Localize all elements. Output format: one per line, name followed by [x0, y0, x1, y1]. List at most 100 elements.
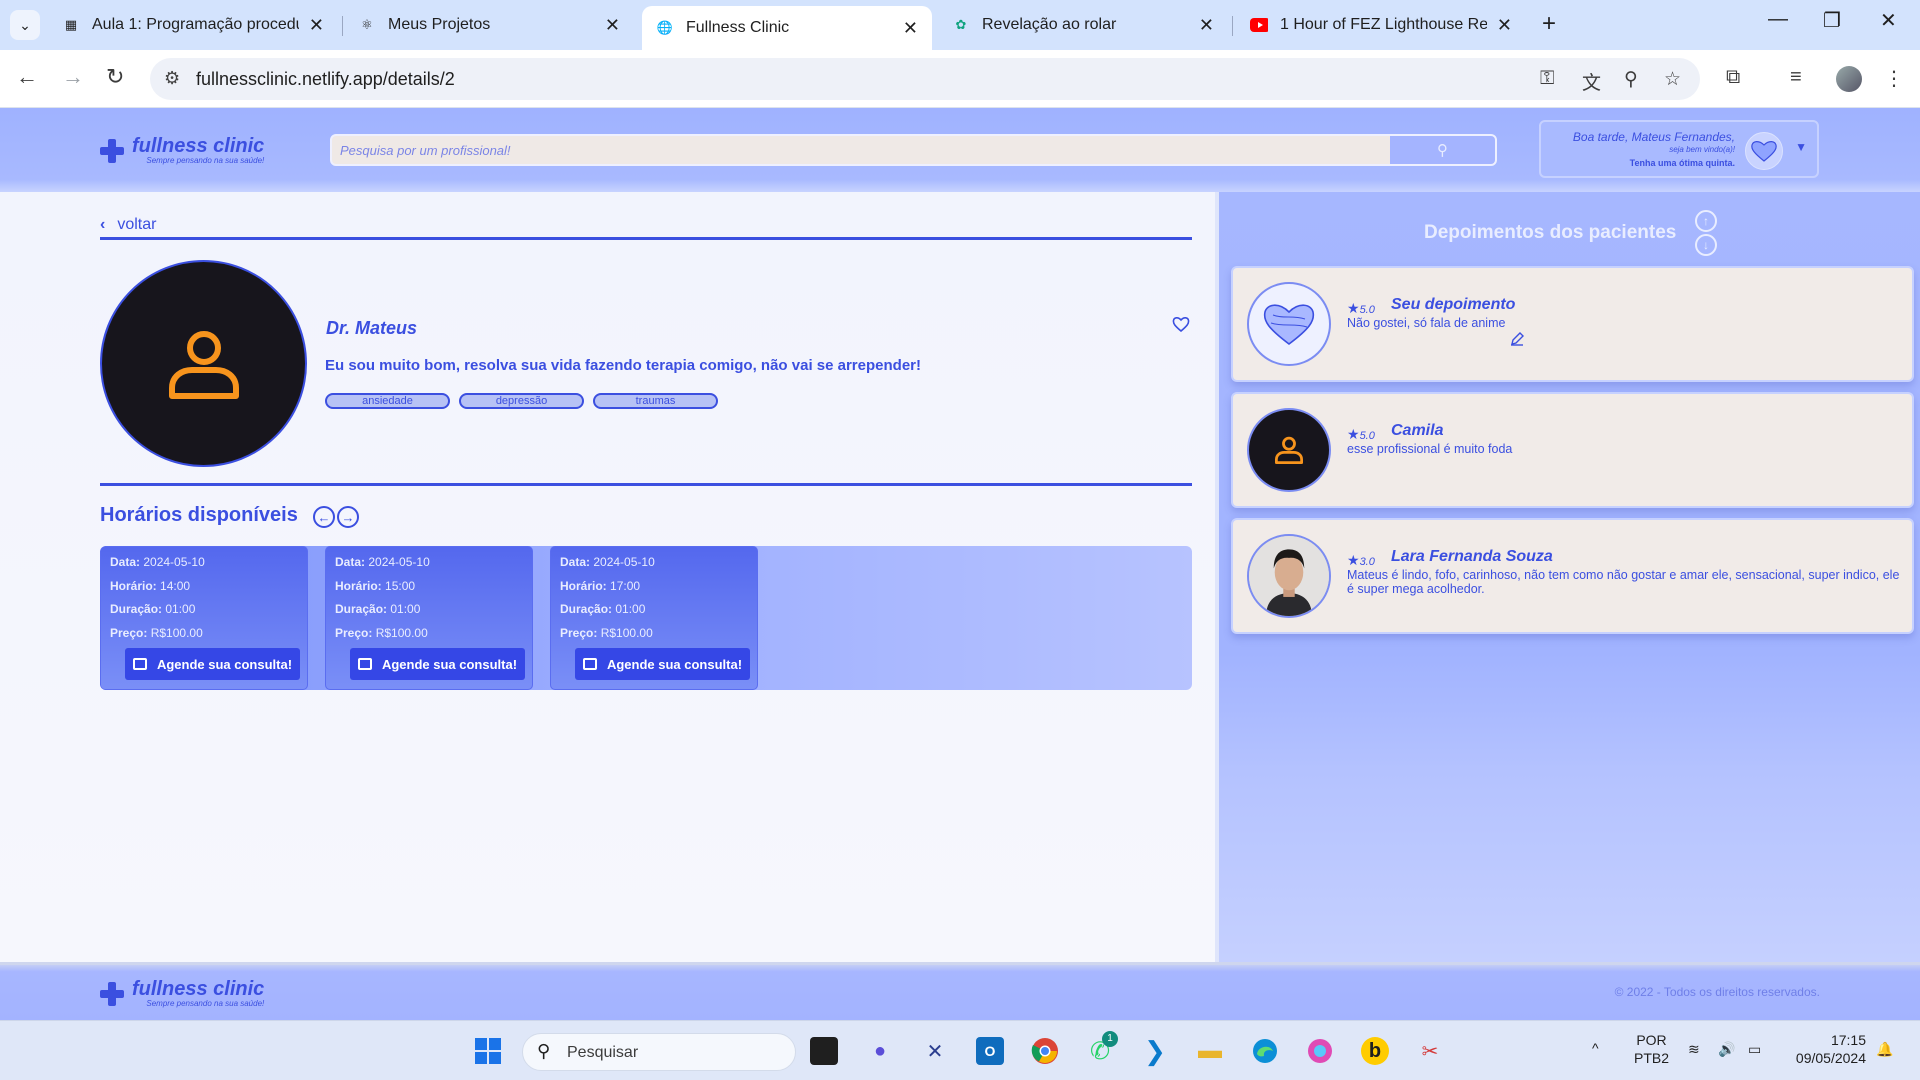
favorite-heart-icon[interactable]	[1172, 316, 1190, 337]
browser-tab-bar: ⌄ ▦ Aula 1: Programação procedura ✕ ⚛ Me…	[0, 0, 1920, 50]
slot-time: 17:00	[610, 578, 641, 593]
back-arrow-icon[interactable]: ←	[16, 64, 38, 90]
close-tab-icon[interactable]: ✕	[605, 15, 620, 36]
address-bar[interactable]: ⚙ fullnessclinic.netlify.app/details/2 ⚿…	[150, 58, 1700, 100]
profile-avatar[interactable]	[1836, 66, 1862, 92]
doctor-avatar	[100, 260, 307, 467]
reviewer-avatar	[1247, 408, 1331, 492]
header-logo[interactable]: fullness clinic Sempre pensando na sua s…	[100, 136, 264, 165]
bookmark-star-icon[interactable]: ☆	[1664, 68, 1681, 91]
zoom-icon[interactable]: ⚲	[1624, 68, 1638, 91]
forward-arrow-icon[interactable]: →	[62, 64, 84, 90]
book-button[interactable]: Agende sua consulta!	[575, 648, 750, 680]
book-button[interactable]: Agende sua consulta!	[350, 648, 525, 680]
menu-kebab-icon[interactable]: ⋮	[1884, 66, 1904, 91]
tab-aula[interactable]: ▦ Aula 1: Programação procedura ✕	[48, 6, 338, 44]
close-tab-icon[interactable]: ✕	[309, 15, 324, 36]
close-tab-icon[interactable]: ✕	[1199, 15, 1214, 36]
notification-bell-icon[interactable]: 🔔	[1876, 1040, 1893, 1058]
color-app-icon[interactable]	[1306, 1037, 1334, 1065]
course-icon: ▦	[64, 17, 78, 32]
copyright-text: © 2022 - Todos os direitos reservados.	[1614, 985, 1820, 999]
arrow-right-icon[interactable]: →	[337, 506, 359, 528]
media-control-icon[interactable]: ≡	[1790, 66, 1802, 89]
arrow-left-icon[interactable]: ←	[313, 506, 335, 528]
schedule-nav: ← →	[313, 506, 359, 528]
capcut-icon[interactable]: ✕	[921, 1037, 949, 1065]
testimonial-card: ★5.0 Camila esse profissional é muito fo…	[1231, 392, 1914, 508]
book-button[interactable]: Agende sua consulta!	[125, 648, 300, 680]
minimize-button[interactable]: —	[1768, 8, 1788, 31]
search-icon: ⚲	[1437, 142, 1448, 159]
extensions-icon[interactable]: ⧉	[1726, 66, 1740, 89]
close-tab-icon[interactable]: ✕	[1497, 15, 1512, 36]
snipping-tool-icon[interactable]: ✂	[1416, 1037, 1444, 1065]
language-indicator[interactable]: POR PTB2	[1634, 1031, 1669, 1067]
volume-icon[interactable]: 🔊	[1718, 1040, 1735, 1058]
reviewer-avatar	[1247, 282, 1331, 366]
close-window-button[interactable]: ✕	[1880, 8, 1897, 33]
logo-slogan: Sempre pensando na sua saúde!	[146, 156, 265, 165]
tab-meus-projetos[interactable]: ⚛ Meus Projetos ✕	[344, 6, 634, 44]
password-key-icon[interactable]: ⚿	[1540, 68, 1554, 90]
slot-card: Data: 2024-05-10 Horário: 17:00 Duração:…	[550, 546, 758, 690]
edge-icon[interactable]	[1251, 1037, 1279, 1065]
windows-start-icon[interactable]	[474, 1037, 502, 1065]
wish-text: Tenha uma ótima quinta.	[1629, 158, 1735, 168]
review-text: esse profissional é muito foda	[1347, 442, 1513, 456]
user-menu[interactable]: Boa tarde, Mateus Fernandes, seja bem vi…	[1539, 120, 1819, 178]
tray-chevron-up-icon[interactable]: ^	[1592, 1039, 1599, 1057]
slot-card: Data: 2024-05-10 Horário: 14:00 Duração:…	[100, 546, 308, 690]
slot-price: R$100.00	[150, 625, 203, 640]
slot-date: 2024-05-10	[368, 555, 430, 569]
new-tab-button[interactable]: +	[1542, 10, 1556, 38]
slot-time: 15:00	[385, 578, 416, 593]
site-info-icon[interactable]: ⚙	[164, 68, 180, 89]
translate-icon[interactable]: 文	[1582, 68, 1601, 95]
footer-logo[interactable]: fullness clinic Sempre pensando na sua s…	[100, 979, 264, 1008]
tab-youtube[interactable]: 1 Hour of FEZ Lighthouse Relax ✕	[1236, 6, 1526, 44]
tab-search-button[interactable]: ⌄	[10, 10, 40, 40]
reload-icon[interactable]: ↻	[106, 64, 124, 90]
battery-icon[interactable]: ▭	[1748, 1040, 1761, 1058]
star-icon: ★	[1347, 300, 1360, 316]
taskbar-search[interactable]: ⚲ Pesquisar	[522, 1033, 796, 1071]
restore-button[interactable]: ❐	[1823, 8, 1841, 33]
slot-card: Data: 2024-05-10 Horário: 15:00 Duração:…	[325, 546, 533, 690]
calendar-icon	[582, 658, 597, 670]
clock[interactable]: 17:15 09/05/2024	[1786, 1031, 1866, 1067]
welcome-text: seja bem vindo(a)!	[1669, 145, 1735, 154]
bing-b-icon[interactable]: b	[1361, 1037, 1389, 1065]
testimonials-title: Depoimentos dos pacientes	[1424, 222, 1677, 243]
edit-pencil-icon[interactable]	[1510, 332, 1524, 351]
tab-revelacao[interactable]: ✿ Revelação ao rolar ✕	[938, 6, 1228, 44]
doctor-bio: Eu sou muito bom, resolva sua vida fazen…	[325, 357, 921, 374]
tag: depressão	[459, 393, 584, 409]
tab-fullness-clinic[interactable]: 🌐 Fullness Clinic ✕	[642, 6, 932, 50]
search-button[interactable]: ⚲	[1390, 136, 1495, 164]
site-footer: fullness clinic Sempre pensando na sua s…	[0, 962, 1920, 1020]
vscode-icon[interactable]: ❯	[1141, 1036, 1169, 1066]
schedule-slots: Data: 2024-05-10 Horário: 14:00 Duração:…	[100, 546, 1192, 690]
tab-title: Revelação ao rolar	[982, 16, 1117, 33]
rating: ★5.0	[1347, 300, 1375, 316]
outlook-icon[interactable]: O	[976, 1037, 1004, 1065]
testimonial-card: ★5.0 Seu depoimento Não gostei, só fala …	[1231, 266, 1914, 382]
chrome-icon[interactable]	[1031, 1037, 1059, 1065]
arrow-down-icon[interactable]: ↓	[1695, 234, 1717, 256]
calendar-icon	[357, 658, 372, 670]
slot-duration: 01:00	[615, 602, 646, 616]
arrow-up-icon[interactable]: ↑	[1695, 210, 1717, 232]
review-text: Mateus é lindo, fofo, carinhoso, não tem…	[1347, 568, 1900, 596]
search-input[interactable]	[332, 136, 1392, 164]
app-moon-icon[interactable]: ●	[866, 1037, 894, 1065]
task-view-icon[interactable]	[810, 1037, 838, 1065]
close-tab-icon[interactable]: ✕	[903, 18, 918, 39]
slot-price: R$100.00	[600, 625, 653, 640]
file-explorer-icon[interactable]: ▬	[1196, 1037, 1224, 1065]
wifi-icon[interactable]: ≋	[1688, 1040, 1700, 1058]
search-bar: ⚲	[330, 134, 1497, 166]
heart-icon	[1751, 141, 1777, 162]
specialty-tags: ansiedade depressão traumas	[325, 393, 718, 409]
back-link[interactable]: ‹ voltar	[100, 216, 156, 234]
